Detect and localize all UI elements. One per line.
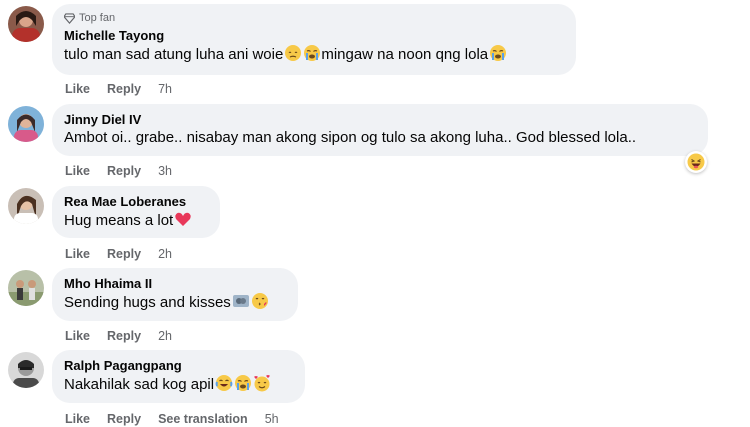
comment-timestamp[interactable]: 7h bbox=[158, 81, 172, 97]
haha-reaction-icon[interactable] bbox=[685, 151, 707, 173]
comment-author[interactable]: Jinny Diel IV bbox=[64, 111, 696, 128]
avatar-mho[interactable] bbox=[8, 270, 44, 306]
kissing-face-icon bbox=[251, 292, 269, 316]
like-button[interactable]: Like bbox=[65, 81, 90, 97]
comment-text-part: Nakahilak sad kog apil bbox=[64, 376, 215, 393]
comment-text: Sending hugs and kisses bbox=[64, 292, 286, 316]
avatar-jinny[interactable] bbox=[8, 106, 44, 142]
see-translation-button[interactable]: See translation bbox=[158, 411, 248, 427]
comment-actions: Like Reply See translation 5h bbox=[65, 411, 279, 427]
crying-face-icon bbox=[303, 44, 321, 68]
comment-timestamp[interactable]: 2h bbox=[158, 246, 172, 262]
like-button[interactable]: Like bbox=[65, 163, 90, 179]
comment-timestamp[interactable]: 5h bbox=[265, 411, 279, 427]
comment-bubble: Rea Mae Loberanes Hug means a lot bbox=[52, 186, 220, 238]
comment-actions: Like Reply 2h bbox=[65, 246, 172, 262]
comment-actions: Like Reply 7h bbox=[65, 81, 172, 97]
reply-button[interactable]: Reply bbox=[107, 246, 141, 262]
hugging-image-icon bbox=[232, 292, 250, 316]
comment-author[interactable]: Rea Mae Loberanes bbox=[64, 193, 208, 210]
badge-label: Top fan bbox=[79, 12, 116, 24]
reply-button[interactable]: Reply bbox=[107, 163, 141, 179]
comment-text: Nakahilak sad kog apil bbox=[64, 374, 293, 398]
comment-author[interactable]: Mho Hhaima II bbox=[64, 275, 286, 292]
comment-bubble: Jinny Diel IV Ambot oi.. grabe.. nisabay… bbox=[52, 104, 708, 156]
comment-actions: Like Reply 3h bbox=[65, 163, 172, 179]
crying-face-icon bbox=[489, 44, 507, 68]
comment-text-part: tulo man sad atung luha ani woie bbox=[64, 46, 284, 63]
smiling-face-with-hearts-icon bbox=[253, 374, 271, 398]
comment-author[interactable]: Ralph Pagangpang bbox=[64, 357, 293, 374]
comment-text-part: mingaw na noon qng lola bbox=[321, 46, 489, 63]
comment-timestamp[interactable]: 3h bbox=[158, 163, 172, 179]
comment-text: tulo man sad atung luha ani woie mingaw n… bbox=[64, 44, 564, 68]
crying-face-icon bbox=[234, 374, 252, 398]
avatar-ralph[interactable] bbox=[8, 352, 44, 388]
pensive-face-icon bbox=[284, 44, 302, 68]
like-button[interactable]: Like bbox=[65, 246, 90, 262]
comment-timestamp[interactable]: 2h bbox=[158, 328, 172, 344]
comment-text-part: Hug means a lot bbox=[64, 212, 174, 229]
heart-icon bbox=[174, 210, 192, 234]
tears-of-joy-icon bbox=[215, 374, 233, 398]
comment-text: Ambot oi.. grabe.. nisabay man akong sip… bbox=[64, 129, 637, 146]
reply-button[interactable]: Reply bbox=[107, 328, 141, 344]
comment-text: Hug means a lot bbox=[64, 210, 208, 234]
avatar-michelle[interactable] bbox=[8, 6, 44, 42]
like-button[interactable]: Like bbox=[65, 328, 90, 344]
comment-bubble: Mho Hhaima II Sending hugs and kisses bbox=[52, 268, 298, 321]
like-button[interactable]: Like bbox=[65, 411, 90, 427]
reply-button[interactable]: Reply bbox=[107, 411, 141, 427]
avatar-rea[interactable] bbox=[8, 188, 44, 224]
comment-bubble: Ralph Pagangpang Nakahilak sad kog apil bbox=[52, 350, 305, 403]
reply-button[interactable]: Reply bbox=[107, 81, 141, 97]
top-fan-badge: Top fan bbox=[64, 11, 564, 25]
comment-bubble: Top fan Michelle Tayong tulo man sad atu… bbox=[52, 4, 576, 75]
diamond-icon bbox=[64, 12, 75, 24]
comment-author[interactable]: Michelle Tayong bbox=[64, 27, 564, 44]
comment-actions: Like Reply 2h bbox=[65, 328, 172, 344]
comment-text-part: Sending hugs and kisses bbox=[64, 294, 231, 311]
